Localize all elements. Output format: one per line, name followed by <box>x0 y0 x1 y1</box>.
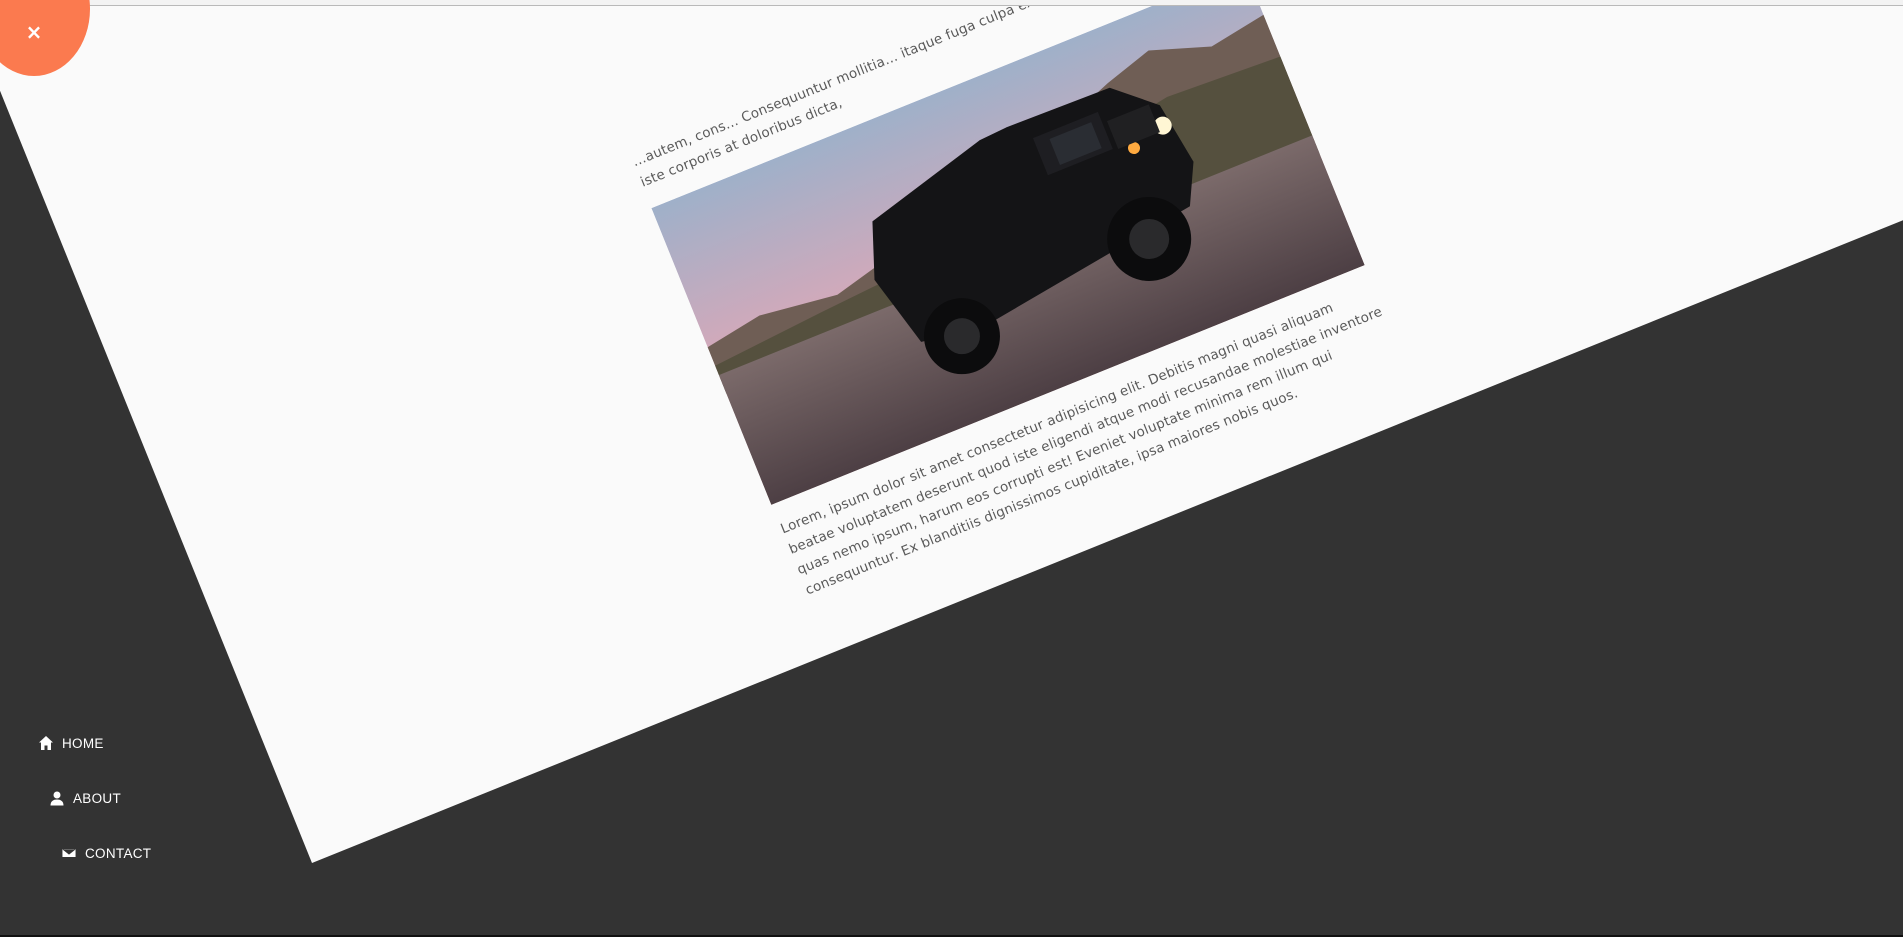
app-viewport: …autem, cons… Consequuntur mollitia… ita… <box>0 0 1903 937</box>
rotated-content-page: …autem, cons… Consequuntur mollitia… ita… <box>0 0 1903 863</box>
nav-label-contact: CONTACT <box>85 845 152 861</box>
close-icon: × <box>25 20 43 44</box>
nav-item-about[interactable]: ABOUT <box>49 790 121 806</box>
nav-label-about: ABOUT <box>73 790 122 806</box>
article: …autem, cons… Consequuntur mollitia… ita… <box>629 0 1404 601</box>
envelope-icon <box>61 848 77 858</box>
page-wrap: …autem, cons… Consequuntur mollitia… ita… <box>0 0 1903 937</box>
nav-label-home: HOME <box>62 735 104 751</box>
browser-top-bar <box>0 0 1903 6</box>
home-icon <box>39 736 53 750</box>
user-icon <box>50 791 64 806</box>
nav-item-contact[interactable]: CONTACT <box>61 845 151 861</box>
nav-item-home[interactable]: HOME <box>38 735 104 751</box>
